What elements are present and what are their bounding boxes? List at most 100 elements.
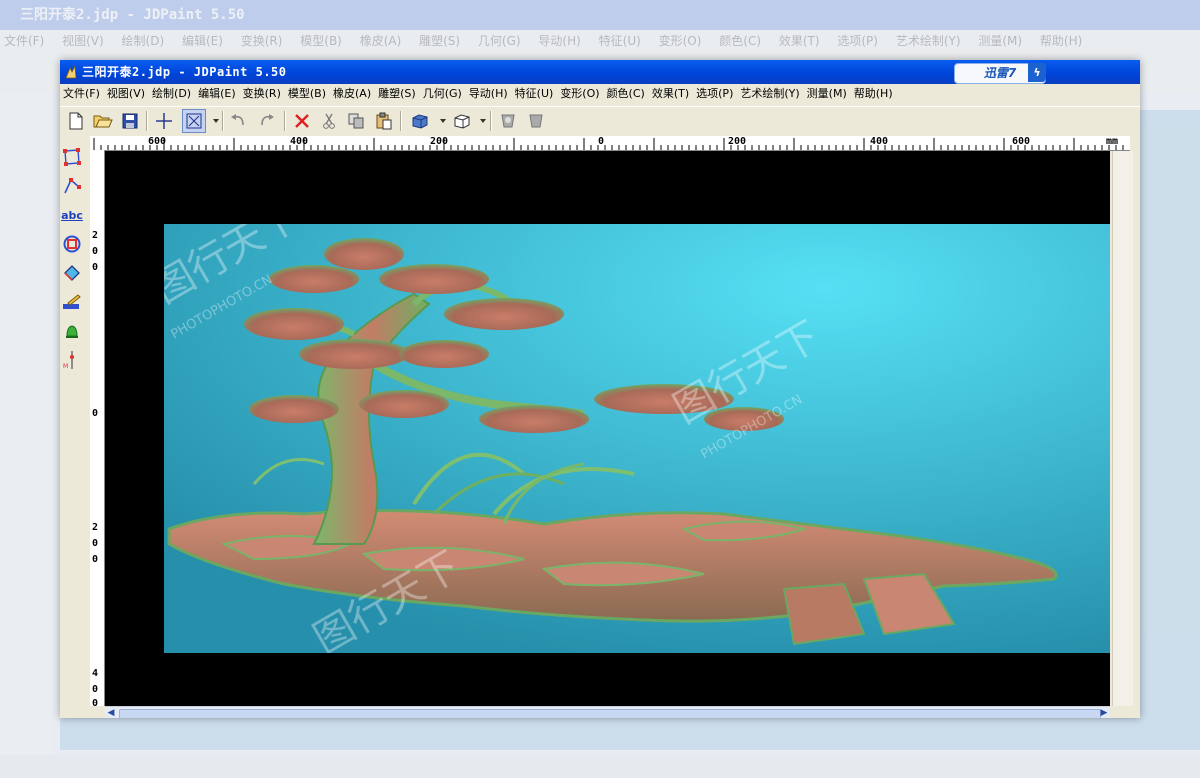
menu-art-draw[interactable]: 艺术绘制(Y) [737,84,803,104]
node-edit-icon[interactable] [61,146,83,168]
select-box-icon[interactable] [182,109,206,133]
ruler-label: 200 [728,136,747,147]
menu-eraser[interactable]: 橡皮(A) [330,84,375,104]
toolbar-separator [400,111,402,131]
left-toolbar: abc M [60,136,84,716]
menu-sculpt[interactable]: 雕塑(S) [375,84,420,104]
drawing-canvas[interactable]: 图行天下 PHOTOPHOTO.CN 图行天下 PHOTOPHOTO.CN 图行… [105,151,1110,706]
redo-icon[interactable] [255,109,279,133]
crosshair-icon[interactable] [152,109,176,133]
ruler-label: 600 [1012,136,1031,147]
scroll-right-icon[interactable]: ▶ [1098,707,1110,718]
background-menu-item: 效果(T) [778,34,820,48]
menu-geometry[interactable]: 几何(G) [420,84,466,104]
toolbar-separator [284,111,286,131]
vertical-scrollbar[interactable] [1112,151,1133,706]
toolbar-separator [490,111,492,131]
relief-shade-icon[interactable] [496,109,520,133]
chevron-down-icon[interactable] [480,119,486,123]
ruler-label: 0 [92,408,99,419]
background-title: 三阳开泰2.jdp - JDPaint 5.50 [0,0,1200,30]
background-menu-item: 绘制(D) [121,34,165,48]
background-menu-item: 艺术绘制(Y) [895,34,961,48]
relief-carving-view: 图行天下 PHOTOPHOTO.CN 图行天下 PHOTOPHOTO.CN 图行… [164,224,1110,653]
svg-text:M: M [63,363,68,370]
toolbar-separator [222,111,224,131]
menu-color[interactable]: 颜色(C) [604,84,649,104]
background-menu-item: 文件(F) [4,34,45,48]
text-abc-label: abc [61,208,83,222]
menu-guide[interactable]: 导动(H) [466,84,512,104]
background-menu-item: 模型(B) [300,34,342,48]
new-file-icon[interactable] [64,109,88,133]
menu-transform[interactable]: 变换(R) [240,84,285,104]
undo-icon[interactable] [226,109,250,133]
background-menu-item: 导动(H) [538,34,581,48]
polyline-icon[interactable] [61,175,83,197]
xunlei-label: 迅雷7 [983,66,1017,80]
app-icon [65,64,77,79]
menu-bar: 文件(F) 视图(V) 绘制(D) 编辑(E) 变换(R) 模型(B) 橡皮(A) 雕塑(S)… [60,84,1140,104]
ruler-label: 0 [598,136,605,147]
ruler-label: 0 [92,246,99,257]
menu-edit[interactable]: 编辑(E) [195,84,240,104]
background-menu-item: 特征(U) [598,34,641,48]
ruler-label: 0 [92,538,99,549]
ring-shape-icon[interactable] [61,233,83,255]
menu-options[interactable]: 选项(P) [693,84,737,104]
paint-brush-icon[interactable] [61,291,83,313]
vertical-ruler: 2 0 0 0 2 0 0 4 0 0 [90,150,105,706]
cut-icon[interactable] [317,109,341,133]
cube-wire-icon[interactable] [450,109,474,133]
delete-icon[interactable] [290,109,314,133]
ruler-label: 0 [92,684,99,695]
ruler-label: 400 [870,136,889,147]
menu-view[interactable]: 视图(V) [104,84,149,104]
background-menu-item: 编辑(E) [181,34,223,48]
eraser-icon[interactable] [61,262,83,284]
menu-feature[interactable]: 特征(U) [512,84,558,104]
menu-effect[interactable]: 效果(T) [649,84,693,104]
menu-measure[interactable]: 测量(M) [804,84,851,104]
ruler-label: 2 [92,230,99,241]
background-menu-item: 测量(M) [978,34,1023,48]
copy-icon[interactable] [344,109,368,133]
ruler-label: 400 [290,136,309,147]
ruler-label: 0 [92,262,99,273]
scroll-thumb[interactable] [119,709,1101,718]
background-menubar: 文件(F) 视图(V) 绘制(D) 编辑(E) 变换(R) 模型(B) 橡皮(A… [0,30,1200,52]
ruler-ticks [93,138,1124,150]
ruler-label: 0 [92,698,99,706]
background-menu-item: 帮助(H) [1039,34,1083,48]
xunlei-badge[interactable]: 迅雷7 ϟ [954,63,1046,84]
horizontal-scrollbar[interactable]: ◀ ▶ [105,706,1110,718]
save-icon[interactable] [118,109,142,133]
open-file-icon[interactable] [91,109,115,133]
window-title: 三阳开泰2.jdp - JDPaint 5.50 [82,65,287,79]
background-menu-item: 变形(O) [658,34,702,48]
menu-file[interactable]: 文件(F) [60,84,104,104]
toolbar-separator [146,111,148,131]
chevron-down-icon[interactable] [213,119,219,123]
menu-draw[interactable]: 绘制(D) [149,84,195,104]
background-menu-item: 几何(G) [477,34,521,48]
menu-deform[interactable]: 变形(O) [557,84,603,104]
background-statusbar [0,755,1200,778]
measure-icon[interactable]: M [61,349,83,371]
menu-help[interactable]: 帮助(H) [851,84,897,104]
cube-view-icon[interactable] [408,109,432,133]
menu-model[interactable]: 模型(B) [285,84,330,104]
ruler-label: 2 [92,522,99,533]
background-menu-item: 雕塑(S) [419,34,461,48]
background-left-toolbar [0,92,52,778]
scroll-left-icon[interactable]: ◀ [105,707,117,718]
title-bar[interactable]: 三阳开泰2.jdp - JDPaint 5.50 迅雷7 ϟ [60,60,1140,84]
text-abc-icon[interactable]: abc [61,204,83,226]
background-menu-item: 橡皮(A) [359,34,402,48]
paste-icon[interactable] [372,109,396,133]
ruler-label: 4 [92,668,99,679]
chevron-down-icon[interactable] [440,119,446,123]
relief-mask-icon[interactable] [524,109,548,133]
ruler-label: 0 [92,554,99,565]
bell-shape-icon[interactable] [61,320,83,342]
